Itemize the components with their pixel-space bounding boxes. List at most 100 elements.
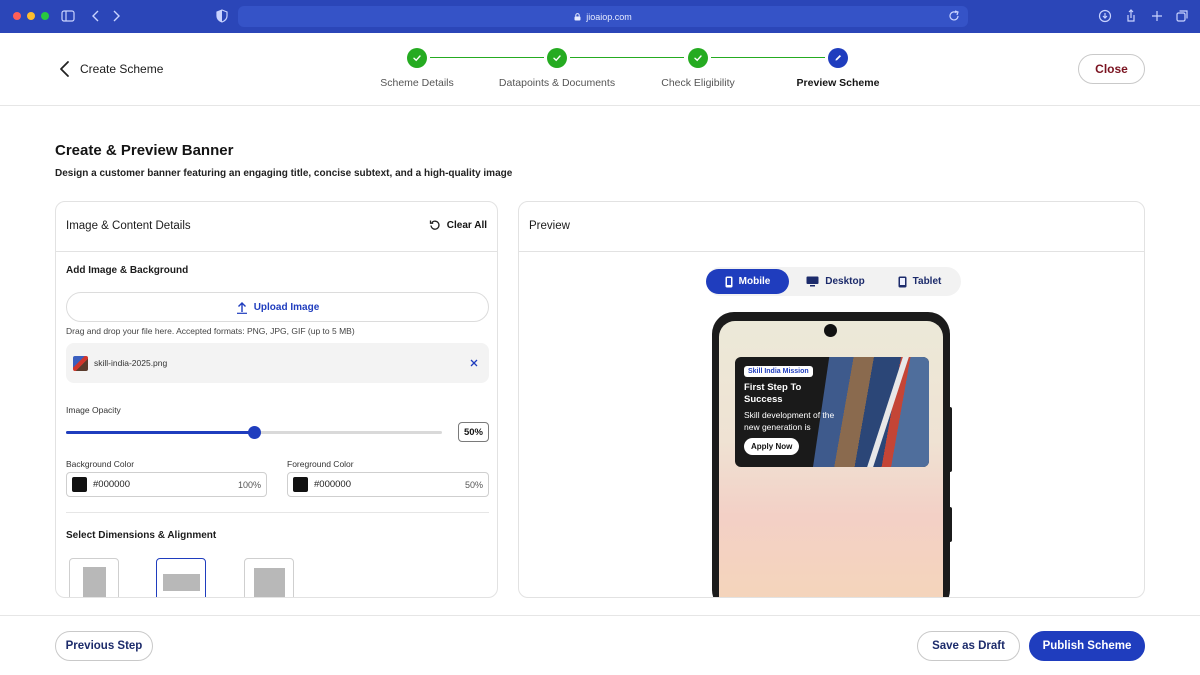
foreground-color-label: Foreground Color (287, 459, 354, 469)
share-icon[interactable] (1124, 9, 1138, 23)
phone-screen: Skill India Mission First Step To Succes… (719, 321, 943, 597)
opacity-slider[interactable] (66, 426, 442, 439)
opacity-value[interactable]: 50% (458, 422, 489, 442)
reload-icon[interactable] (947, 9, 961, 23)
step-datapoints-documents[interactable]: Datapoints & Documents (477, 48, 637, 89)
tab-mobile[interactable]: Mobile (706, 269, 789, 294)
close-button[interactable]: Close (1078, 54, 1145, 84)
panel-header: Image & Content Details Clear All (56, 202, 497, 252)
tab-overview-icon[interactable] (1175, 9, 1189, 23)
banner-preview: Skill India Mission First Step To Succes… (735, 357, 929, 467)
tab-desktop[interactable]: Desktop (794, 269, 877, 294)
step-label: Preview Scheme (796, 77, 880, 89)
panel-header: Preview (519, 202, 1144, 252)
phone-camera (824, 324, 837, 337)
tab-label: Tablet (912, 276, 942, 287)
url-text: jioaiop.com (586, 11, 632, 22)
browser-back-icon[interactable] (89, 9, 103, 23)
upload-label: Upload Image (253, 301, 320, 313)
minimize-window-icon[interactable] (27, 12, 35, 20)
foreground-color-field[interactable]: #000000 50% (287, 472, 489, 497)
tablet-icon (898, 276, 907, 287)
check-icon (553, 55, 561, 62)
browser-toolbar: jioaiop.com (0, 0, 1200, 33)
upload-icon (236, 301, 247, 314)
check-icon (413, 55, 421, 62)
maximize-window-icon[interactable] (41, 12, 49, 20)
color-swatch[interactable] (72, 477, 87, 492)
content-details-panel: Image & Content Details Clear All Add Im… (55, 201, 498, 598)
clear-all-label: Clear All (446, 219, 487, 231)
device-switcher: Mobile Desktop Tablet (706, 267, 961, 296)
color-hex-value: #000000 (314, 479, 351, 490)
uploaded-file: skill-india-2025.png (66, 343, 489, 383)
phone-side-button (949, 407, 952, 472)
banner-title: First Step To Success (744, 382, 802, 405)
back-arrow-icon[interactable] (55, 59, 75, 79)
close-window-icon[interactable] (13, 12, 21, 20)
upload-image-button[interactable]: Upload Image (66, 292, 489, 322)
browser-forward-icon[interactable] (109, 9, 123, 23)
color-hex-value: #000000 (93, 479, 130, 490)
reset-icon (429, 220, 440, 230)
page-subtitle: Design a customer banner featuring an en… (55, 168, 513, 179)
file-thumbnail (73, 355, 88, 371)
address-bar[interactable]: jioaiop.com (238, 6, 968, 27)
slider-handle[interactable] (248, 426, 261, 439)
step-check-eligibility[interactable]: Check Eligibility (618, 48, 778, 89)
landscape-shape (163, 574, 200, 591)
pencil-icon (835, 55, 841, 61)
banner-tag: Skill India Mission (744, 366, 813, 377)
phone-mockup: Skill India Mission First Step To Succes… (712, 312, 952, 597)
publish-scheme-button[interactable]: Publish Scheme (1029, 631, 1145, 661)
new-tab-icon[interactable] (1150, 9, 1164, 23)
phone-side-button (949, 507, 952, 542)
dimension-option-landscape[interactable] (156, 558, 206, 597)
color-swatch[interactable] (293, 477, 308, 492)
section-title: Add Image & Background (66, 265, 189, 276)
action-footer: Previous Step Save as Draft Publish Sche… (0, 615, 1200, 675)
step-scheme-details[interactable]: Scheme Details (337, 48, 497, 89)
dimension-option-portrait[interactable] (69, 558, 119, 597)
window-controls (13, 12, 49, 20)
lock-icon (574, 12, 581, 20)
step-label: Scheme Details (380, 77, 454, 89)
step-label: Datapoints & Documents (498, 77, 616, 89)
step-complete-indicator (688, 48, 708, 68)
step-label: Check Eligibility (661, 77, 735, 89)
sidebar-toggle-icon[interactable] (61, 9, 75, 23)
previous-step-button[interactable]: Previous Step (55, 631, 153, 661)
download-icon[interactable] (1098, 9, 1112, 23)
remove-file-icon[interactable] (468, 357, 480, 369)
mobile-icon (725, 276, 733, 287)
tab-label: Mobile (738, 276, 771, 287)
tab-tablet[interactable]: Tablet (878, 269, 961, 294)
background-color-field[interactable]: #000000 100% (66, 472, 267, 497)
save-draft-button[interactable]: Save as Draft (917, 631, 1020, 661)
page-title: Create & Preview Banner (55, 142, 234, 159)
step-complete-indicator (547, 48, 567, 68)
color-opacity-value: 50% (464, 479, 483, 490)
slider-fill (66, 431, 254, 434)
portrait-shape (83, 567, 106, 597)
privacy-shield-icon[interactable] (215, 9, 229, 23)
background-color-label: Background Color (66, 459, 135, 469)
banner-description: Skill development of the new generation … (744, 410, 835, 432)
step-active-indicator (828, 48, 848, 68)
step-preview-scheme[interactable]: Preview Scheme (758, 48, 918, 89)
panel-title: Image & Content Details (66, 220, 191, 232)
opacity-label: Image Opacity (66, 405, 121, 415)
page-header: Create Scheme Scheme Details Datapoints … (0, 33, 1200, 106)
dimension-option-square[interactable] (244, 558, 294, 597)
tab-label: Desktop (825, 276, 865, 287)
color-opacity-value: 100% (237, 479, 261, 490)
section-title: Select Dimensions & Alignment (66, 530, 217, 541)
check-icon (694, 55, 702, 62)
desktop-icon (806, 276, 819, 287)
banner-cta-button[interactable]: Apply Now (744, 438, 800, 455)
file-name: skill-india-2025.png (94, 358, 168, 368)
clear-all-button[interactable]: Clear All (429, 219, 487, 231)
step-complete-indicator (407, 48, 427, 68)
section-divider (66, 512, 489, 513)
header-title: Create Scheme (80, 62, 164, 76)
